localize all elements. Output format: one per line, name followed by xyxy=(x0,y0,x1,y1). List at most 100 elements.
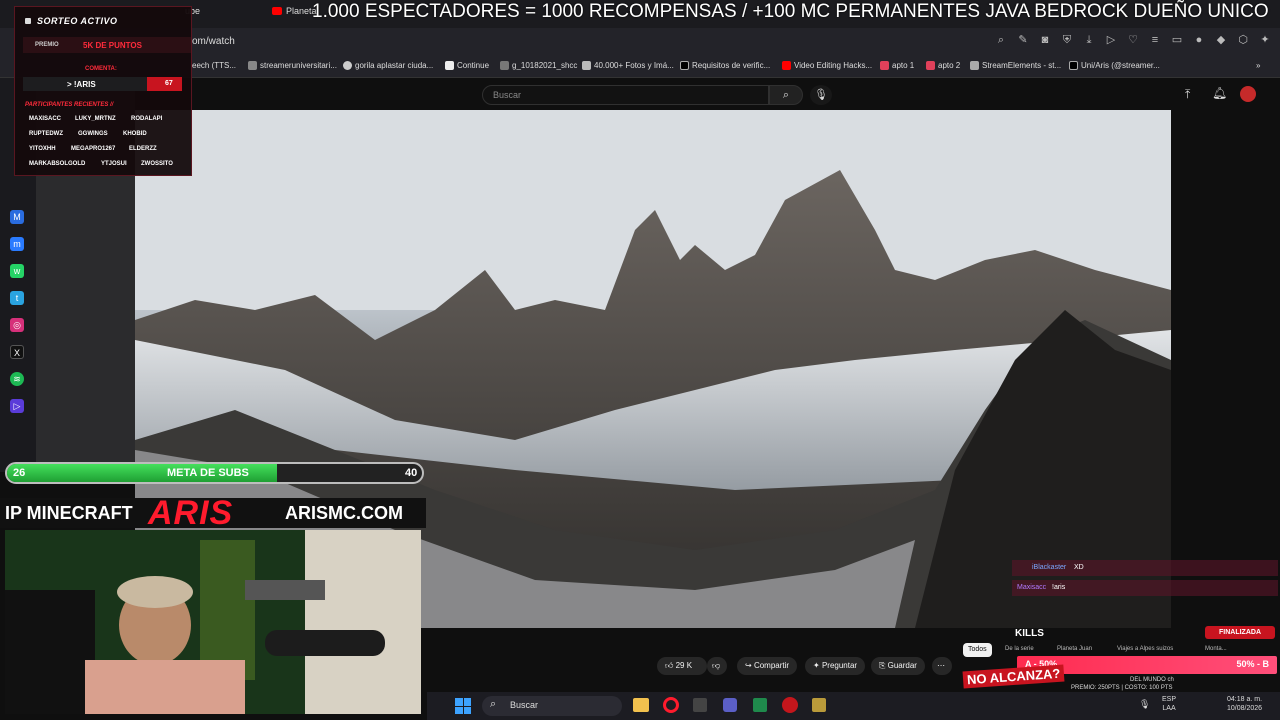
bookmark-icon xyxy=(500,61,509,70)
download-icon[interactable]: ⤓ xyxy=(1082,33,1096,47)
minecraft-ip-bar: IP MINECRAFT ARIS ARISMC.COM xyxy=(0,494,426,532)
streamer-webcam-image xyxy=(5,530,421,714)
windows-start-icon[interactable] xyxy=(455,698,471,714)
diamond-icon[interactable]: ◆ xyxy=(1214,33,1228,47)
entry-count-badge: 67 xyxy=(147,77,182,91)
bookmark-item[interactable]: apto 2 xyxy=(926,61,960,70)
chat-text: XD xyxy=(1074,564,1084,571)
chat-text: !aris xyxy=(1052,584,1066,591)
edit-icon[interactable]: ✎ xyxy=(1016,33,1030,47)
dislike-button[interactable]: 👎︎ xyxy=(707,657,727,675)
prize-row: PREMIO 5K DE PUNTOS xyxy=(23,37,191,53)
zoom-icon[interactable]: ⌕ xyxy=(994,33,1008,47)
bell-icon[interactable]: 🔔︎ xyxy=(1212,86,1227,100)
shield-icon[interactable]: ⛨ xyxy=(1060,33,1074,47)
sparkle-icon: ✦ xyxy=(813,661,822,670)
bookmark-icon: ⎘ xyxy=(879,661,888,670)
server-address: ARISMC.COM xyxy=(285,503,403,523)
whatsapp-icon[interactable]: w xyxy=(10,264,24,278)
bookmark-item[interactable]: 40.000+ Fotos y Imá... xyxy=(582,61,674,70)
taskbar-search-input[interactable]: ⌕ Buscar xyxy=(482,696,622,716)
mic-icon[interactable]: 🎙︎ xyxy=(810,85,832,105)
language-indicator[interactable]: ESP LAA xyxy=(1162,695,1176,713)
url-text[interactable]: om/watch xyxy=(192,36,235,47)
bookmark-item[interactable]: Continue xyxy=(445,61,489,70)
prize-value: 5K DE PUNTOS xyxy=(83,41,142,50)
participant: GGWINGS xyxy=(78,131,108,137)
thumbs-up-icon: 👍︎ xyxy=(665,661,676,670)
webcam-feed xyxy=(5,530,421,714)
menu-icon[interactable]: ≡ xyxy=(1148,33,1162,47)
chat-message: Maxisacc !aris xyxy=(1012,580,1278,596)
save-button[interactable]: ⎘ Guardar xyxy=(871,657,925,675)
more-actions-button[interactable]: ⋯ xyxy=(932,657,952,675)
store-icon[interactable] xyxy=(753,698,767,712)
profile-icon[interactable]: ● xyxy=(1192,33,1206,47)
bookmark-item[interactable]: streameruniversitari... xyxy=(248,61,337,70)
participant: YTJOSUI xyxy=(101,161,127,167)
chip-todos[interactable]: Todos xyxy=(963,643,992,657)
browser-toolbar: ⌕ ✎ ◙ ⛨ ⤓ ▷ ♡ ≡ ▭ ● ◆ ⬡ ✦ xyxy=(994,33,1272,47)
clock[interactable]: 04:18 a. m. 10/08/2026 xyxy=(1227,695,1262,713)
obs-icon[interactable] xyxy=(782,697,798,713)
heart-icon[interactable]: ♡ xyxy=(1126,33,1140,47)
address-bar[interactable]: om/watch ⌕ ✎ ◙ ⛨ ⤓ ▷ ♡ ≡ ▭ ● ◆ ⬡ ✦ xyxy=(0,28,1280,56)
mic-icon[interactable]: 🎙︎ xyxy=(1139,699,1150,710)
image-icon xyxy=(582,61,591,70)
bookmark-item[interactable]: Video Editing Hacks... xyxy=(782,61,872,70)
bookmark-item[interactable]: apto 1 xyxy=(880,61,914,70)
teams-icon[interactable] xyxy=(723,698,737,712)
bookmark-item[interactable]: gorila aplastar ciuda... xyxy=(343,61,433,70)
participant: MEGAPRO1267 xyxy=(71,146,116,152)
bookmark-icon xyxy=(880,61,889,70)
google-icon xyxy=(343,61,352,70)
file-explorer-icon[interactable] xyxy=(633,698,649,712)
instagram-icon[interactable]: ◎ xyxy=(10,318,24,332)
browser-tab-active[interactable]: Planeta xyxy=(272,6,317,16)
upload-icon[interactable]: ⤒ xyxy=(1185,87,1190,102)
youtube-icon xyxy=(782,61,791,70)
kills-cost-text: PREMIO: 250PTS | COSTO: 100 PTS xyxy=(1071,685,1173,691)
share-button[interactable]: ↪ Compartir xyxy=(737,657,798,675)
avatar[interactable] xyxy=(1240,86,1256,102)
search-input[interactable]: Buscar xyxy=(482,85,769,105)
messenger-icon[interactable]: m xyxy=(10,237,24,251)
participants-label: PARTICIPANTES RECIENTES // xyxy=(25,102,114,108)
player-icon[interactable]: ▷ xyxy=(10,399,24,413)
app-icon[interactable] xyxy=(812,698,826,712)
subs-target: 40 xyxy=(405,467,418,479)
gmail-icon[interactable]: M xyxy=(10,210,24,224)
spotify-icon[interactable]: ≋ xyxy=(10,372,24,386)
panel-icon[interactable]: ▭ xyxy=(1170,33,1184,47)
stream-banner-text: 1.000 ESPECTADORES = 1000 RECOMPENSAS / … xyxy=(312,1,1269,22)
prize-label: PREMIO xyxy=(35,42,59,48)
ai-icon[interactable]: ✦ xyxy=(1258,33,1272,47)
bookmarks-more-icon[interactable]: » xyxy=(1256,61,1260,70)
search-icon: ⌕ xyxy=(490,698,497,710)
search-icon[interactable]: ⌕ xyxy=(769,85,803,105)
youtube-right-panel xyxy=(1171,110,1280,628)
x-icon[interactable]: X xyxy=(10,345,24,359)
participant: MARKABSOLGOLD xyxy=(29,161,86,167)
bookmarks-bar: eech (TTS... streameruniversitari... gor… xyxy=(0,56,1280,78)
entry-count: 67 xyxy=(165,80,173,87)
play-icon[interactable]: ▷ xyxy=(1104,33,1118,47)
telegram-icon[interactable]: t xyxy=(10,291,24,305)
like-button[interactable]: 👍︎ 29 K xyxy=(657,657,707,675)
cube-icon[interactable]: ⬡ xyxy=(1236,33,1250,47)
bookmark-item[interactable]: StreamElements - st... xyxy=(970,61,1061,70)
camera-icon[interactable]: ◙ xyxy=(1038,33,1052,47)
bookmark-item[interactable]: g_10182021_shcc xyxy=(500,61,577,70)
participant: LUKY_MRTNZ xyxy=(75,116,116,122)
bookmark-item[interactable]: eech (TTS... xyxy=(192,61,236,70)
ask-button[interactable]: ✦ Preguntar xyxy=(805,657,866,675)
opera-icon[interactable] xyxy=(663,697,679,713)
participant: RUPTEDWZ xyxy=(29,131,63,137)
subs-current: 26 xyxy=(13,467,26,479)
app-icon[interactable] xyxy=(693,698,707,712)
more-icon: ⋯ xyxy=(937,661,945,670)
bookmark-item[interactable]: Uni/Aris (@streamer... xyxy=(1069,61,1160,70)
bookmark-item[interactable]: Requisitos de verific... xyxy=(680,61,770,70)
subs-goal-bar: 26 META DE SUBS 40 xyxy=(5,462,424,484)
bookmark-icon xyxy=(248,61,257,70)
